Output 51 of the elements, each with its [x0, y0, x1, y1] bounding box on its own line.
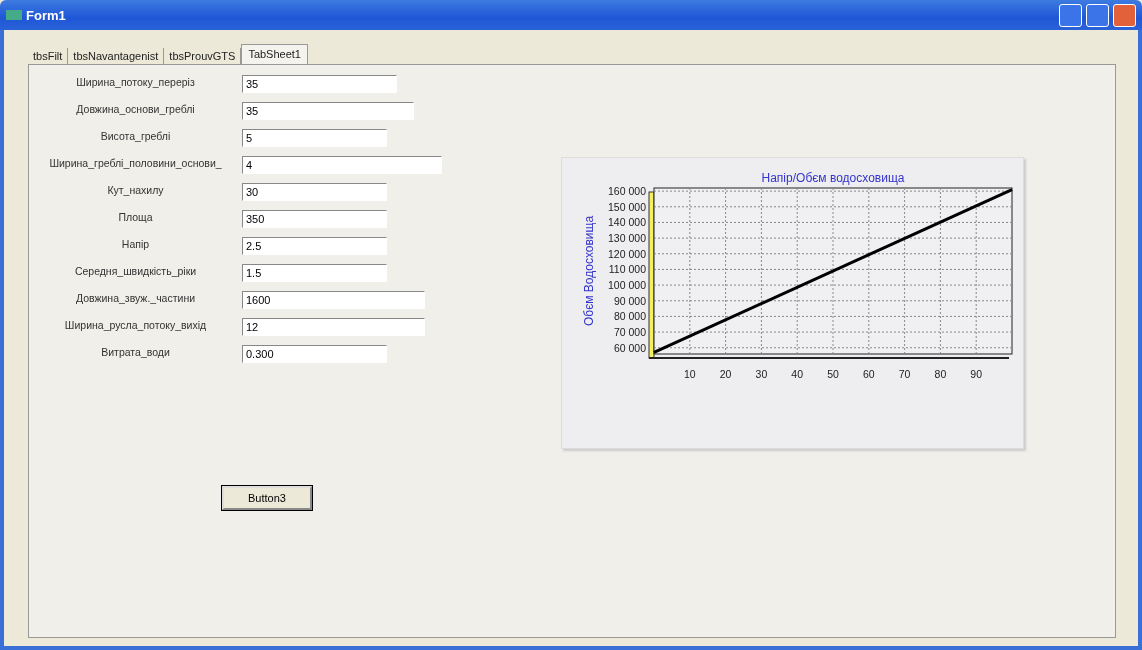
- axis-label: Обєм Водосховища: [582, 215, 596, 327]
- input-field[interactable]: 0.300: [242, 345, 387, 363]
- field-label: Кут_нахилу: [106, 183, 165, 196]
- tick-label: 40: [791, 368, 804, 380]
- tick-label: 150 000: [608, 200, 646, 213]
- app-icon: [6, 8, 22, 22]
- close-button[interactable]: [1113, 3, 1136, 27]
- tick-label: 70 000: [613, 326, 646, 339]
- tick-label: 110 000: [608, 263, 646, 276]
- tick-label: 50: [827, 368, 839, 380]
- input-field[interactable]: 1.5: [242, 264, 387, 282]
- window-title: Form1: [26, 7, 66, 23]
- field-label: Витрата_води: [100, 345, 171, 358]
- tick-label: 30: [755, 368, 768, 380]
- field-label: Довжина_звуж._частини: [74, 291, 197, 304]
- field-label: Ширина_русла_потоку_вихiд: [63, 318, 208, 331]
- field-label: Напiр: [120, 237, 151, 250]
- input-field[interactable]: 1600: [242, 291, 425, 309]
- field-label: Ширина_греблi_половини_основи_: [48, 156, 223, 169]
- field-label: Ширина_потоку_перерiз: [75, 75, 196, 88]
- tick-label: 10: [683, 368, 696, 380]
- maximize-button[interactable]: [1086, 3, 1109, 27]
- field-label: Довжина_основи_греблi: [75, 102, 196, 115]
- tick-label: 160 000: [608, 185, 646, 198]
- tick-label: 100 000: [608, 279, 646, 292]
- tick-label: 60: [862, 368, 875, 380]
- input-field[interactable]: 350: [242, 210, 387, 228]
- field-label: Площа: [117, 210, 154, 223]
- minimize-button[interactable]: [1059, 3, 1082, 27]
- tick-label: 90 000: [613, 294, 646, 307]
- tick-label: 80: [934, 368, 947, 380]
- tick-label: 130 000: [608, 232, 646, 245]
- input-field[interactable]: 4: [242, 156, 442, 174]
- field-label: Середня_швидкiсть_рiки: [73, 264, 198, 277]
- input-field[interactable]: 30: [242, 183, 387, 201]
- tick-label: 60 000: [613, 341, 646, 354]
- input-field[interactable]: 35: [242, 102, 414, 120]
- input-field[interactable]: 35: [242, 75, 397, 93]
- input-field[interactable]: 2.5: [242, 237, 387, 255]
- input-field[interactable]: 12: [242, 318, 425, 336]
- tick-label: 140 000: [608, 216, 646, 229]
- input-field[interactable]: 5: [242, 129, 387, 147]
- chart-title: Напiр/Обєм водосховища: [761, 171, 905, 185]
- tick-label: 120 000: [608, 247, 646, 260]
- tick-label: 20: [719, 368, 732, 380]
- field-label: Висота_греблi: [99, 129, 172, 142]
- tick-label: 70: [898, 368, 911, 380]
- button[interactable]: Button3: [222, 486, 312, 510]
- tick-label: 80 000: [613, 310, 646, 323]
- tick-label: 90: [970, 368, 983, 380]
- tab[interactable]: TabSheet1: [241, 44, 308, 64]
